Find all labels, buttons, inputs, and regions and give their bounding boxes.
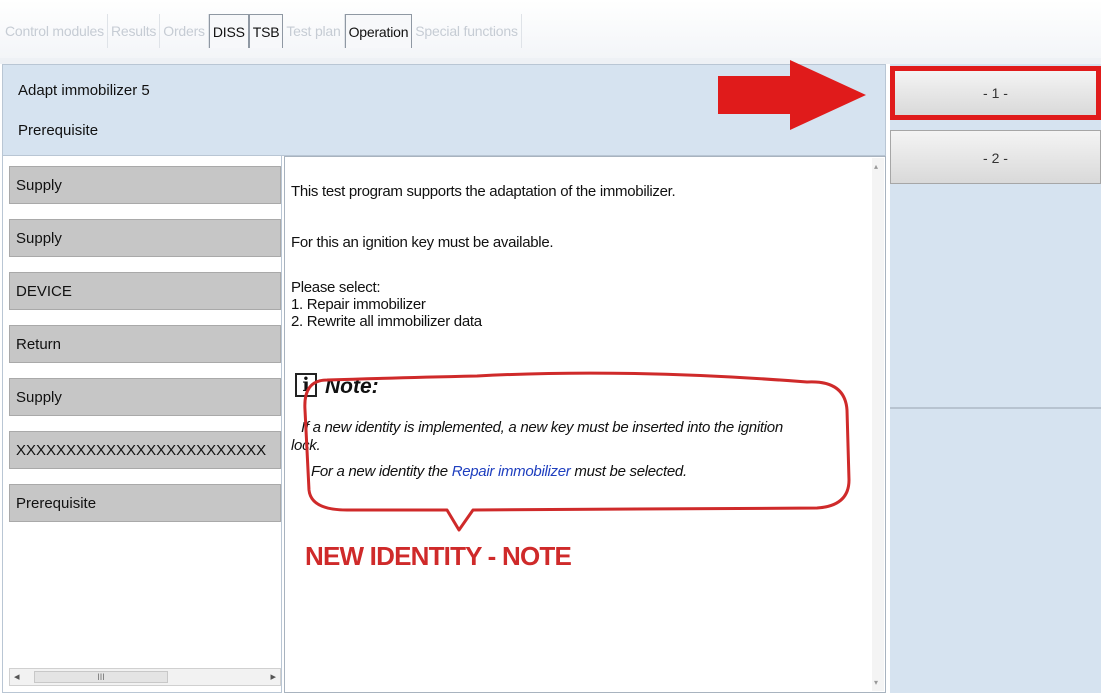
vertical-scrollbar[interactable]: ▴ ▾ (872, 158, 884, 691)
option-rewrite: 2. Rewrite all immobilizer data (291, 313, 482, 330)
tab-diss[interactable]: DISS (208, 14, 249, 48)
select-label: Please select: (291, 279, 381, 296)
scroll-right-icon[interactable]: ▸ (270, 670, 276, 683)
instruction-line-2: For this an ignition key must be availab… (291, 234, 554, 251)
option-2-button[interactable]: - 2 - (890, 130, 1101, 184)
tab-results[interactable]: Results (108, 14, 161, 48)
step-button-supply-3[interactable]: Supply (9, 378, 281, 416)
procedure-title: Adapt immobilizer 5 (18, 82, 150, 99)
tab-special-functions[interactable]: Special functions (412, 14, 522, 48)
callout-bubble-icon (303, 371, 851, 532)
horizontal-scrollbar[interactable]: ◂ III ▸ (9, 668, 281, 686)
instruction-line-1: This test program supports the adaptatio… (291, 183, 676, 200)
procedure-subtitle: Prerequisite (18, 122, 99, 139)
red-arrow-icon (718, 60, 866, 130)
tabs: Control modules Results Orders DISS TSB … (2, 14, 522, 48)
scroll-up-icon[interactable]: ▴ (874, 162, 878, 171)
step-button-device[interactable]: DEVICE (9, 272, 281, 310)
tab-tsb[interactable]: TSB (248, 14, 284, 48)
step-button-return[interactable]: Return (9, 325, 281, 363)
scroll-down-icon[interactable]: ▾ (874, 678, 878, 687)
scroll-left-icon[interactable]: ◂ (14, 670, 20, 683)
tab-operation[interactable]: Operation (344, 14, 413, 48)
scrollbar-thumb[interactable]: III (34, 671, 168, 683)
step-button-supply-2[interactable]: Supply (9, 219, 281, 257)
tab-strip: Control modules Results Orders DISS TSB … (0, 0, 1101, 58)
option-1-button[interactable]: - 1 - (890, 66, 1101, 120)
step-button-prerequisite[interactable]: Prerequisite (9, 484, 281, 522)
annotation-label: NEW IDENTITY - NOTE (305, 541, 572, 571)
option-repair: 1. Repair immobilizer (291, 296, 426, 313)
tab-orders[interactable]: Orders (160, 14, 209, 48)
tab-control-modules[interactable]: Control modules (2, 14, 108, 48)
step-button-supply-1[interactable]: Supply (9, 166, 281, 204)
step-list: Supply Supply DEVICE Return Supply XXXXX… (2, 156, 282, 693)
tab-test-plan[interactable]: Test plan (283, 14, 345, 48)
right-panel-divider (890, 407, 1101, 409)
step-button-masked[interactable]: XXXXXXXXXXXXXXXXXXXXXXXXX (9, 431, 281, 469)
